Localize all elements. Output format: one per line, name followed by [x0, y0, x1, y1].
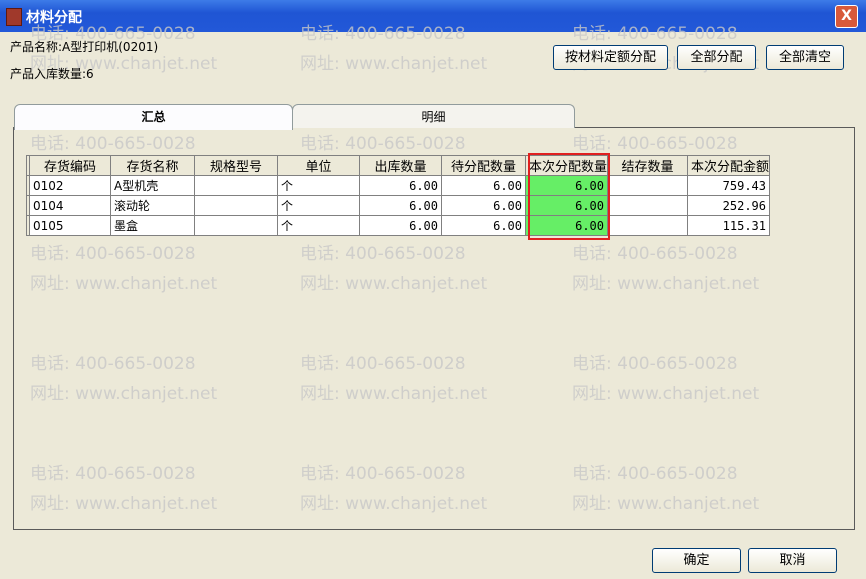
product-name-label: 产品名称:A型打印机(0201) [10, 40, 159, 54]
table-row[interactable]: 0104 滚动轮个 6.00 6.00 6.00 252.96 [26, 195, 770, 216]
column-header[interactable]: 出库数量 [359, 155, 442, 176]
table-cell[interactable]: 6.00 [525, 195, 608, 216]
column-header[interactable]: 结存数量 [607, 155, 688, 176]
table-cell[interactable]: A型机壳 [110, 175, 195, 196]
allocation-grid: 存货编码 存货名称 规格型号 单位 出库数量 待分配数量 本次分配数量 结存数量 本次分配金额 … [26, 155, 770, 236]
table-cell[interactable]: 6.00 [359, 215, 442, 236]
table-cell[interactable]: 个 [277, 195, 360, 216]
table-cell[interactable] [194, 215, 278, 236]
table-cell[interactable] [607, 195, 688, 216]
table-cell[interactable]: 墨盒 [110, 215, 195, 236]
clear-all-button[interactable]: 全部清空 [766, 45, 844, 70]
table-cell[interactable]: 115.31 [687, 215, 770, 236]
table-cell[interactable]: 个 [277, 175, 360, 196]
table-cell[interactable]: 6.00 [525, 215, 608, 236]
table-cell[interactable]: 6.00 [441, 175, 526, 196]
column-header[interactable]: 本次分配数量 [525, 155, 608, 176]
table-cell[interactable]: 6.00 [359, 195, 442, 216]
column-header[interactable]: 规格型号 [194, 155, 278, 176]
table-cell[interactable]: 759.43 [687, 175, 770, 196]
watermark-site: 网址: www.chanjet.net [300, 54, 488, 74]
title-bar: 材料分配 X [0, 0, 866, 32]
column-header[interactable]: 存货编码 [29, 155, 111, 176]
table-row[interactable]: 0102 A型机壳个 6.00 6.00 6.00 759.43 [26, 175, 770, 196]
product-qty-label: 产品入库数量:6 [10, 67, 94, 81]
table-cell[interactable] [607, 175, 688, 196]
app-icon [6, 8, 22, 26]
column-header[interactable]: 待分配数量 [441, 155, 526, 176]
table-row[interactable]: 0105 墨盒个 6.00 6.00 6.00 115.31 [26, 215, 770, 236]
tab-detail[interactable]: 明细 [292, 104, 575, 128]
table-cell[interactable]: 252.96 [687, 195, 770, 216]
allocate-all-button[interactable]: 全部分配 [677, 45, 756, 70]
cancel-button[interactable]: 取消 [748, 548, 837, 573]
table-cell[interactable]: 滚动轮 [110, 195, 195, 216]
column-header[interactable]: 存货名称 [110, 155, 195, 176]
table-cell[interactable]: 0105 [29, 215, 111, 236]
table-cell[interactable]: 6.00 [359, 175, 442, 196]
window-title: 材料分配 [26, 10, 82, 26]
tab-summary[interactable]: 汇总 [14, 104, 293, 130]
table-cell[interactable] [194, 175, 278, 196]
table-cell[interactable]: 6.00 [441, 195, 526, 216]
close-button[interactable]: X [835, 5, 858, 28]
table-cell[interactable]: 0102 [29, 175, 111, 196]
table-cell[interactable]: 0104 [29, 195, 111, 216]
table-cell[interactable] [607, 215, 688, 236]
column-header[interactable]: 本次分配金额 [687, 155, 770, 176]
table-cell[interactable] [194, 195, 278, 216]
column-header[interactable]: 单位 [277, 155, 360, 176]
table-cell[interactable]: 6.00 [441, 215, 526, 236]
allocate-by-quota-button[interactable]: 按材料定额分配 [553, 45, 668, 70]
ok-button[interactable]: 确定 [652, 548, 741, 573]
table-cell[interactable]: 个 [277, 215, 360, 236]
table-cell[interactable]: 6.00 [525, 175, 608, 196]
